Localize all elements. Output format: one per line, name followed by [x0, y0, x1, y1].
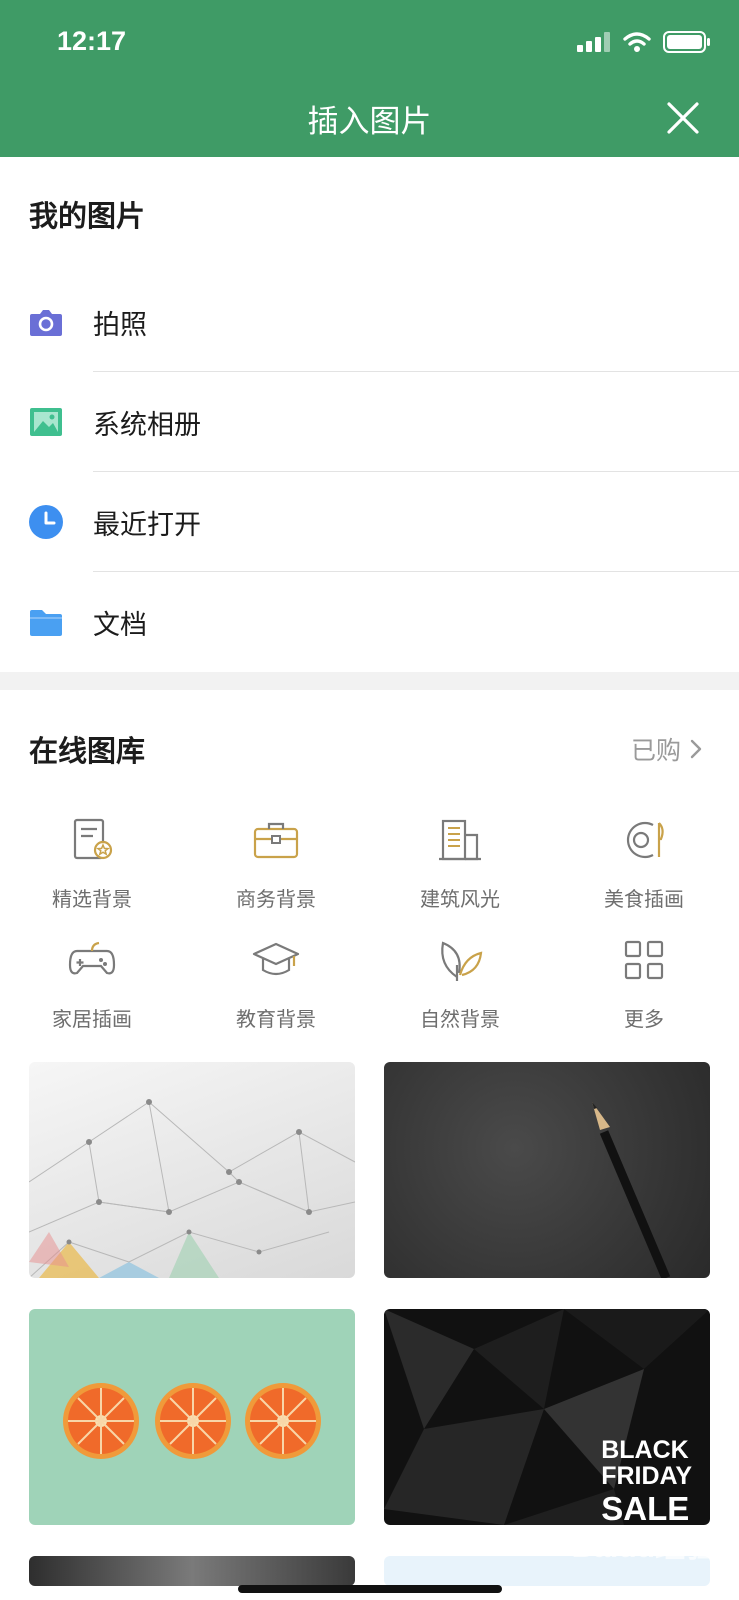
list-item-documents[interactable]: 文档	[0, 572, 739, 672]
category-label: 商务背景	[236, 887, 316, 911]
battery-icon	[663, 31, 710, 53]
thumbnail-text-line: SALE	[601, 1490, 690, 1525]
list-item-camera[interactable]: 拍照	[0, 272, 739, 372]
category-label: 自然背景	[420, 1007, 500, 1031]
black-friday-text: BLACK FRIDAY SALE	[601, 1437, 692, 1525]
list-item-label: 最近打开	[93, 509, 201, 541]
category-label: 家居插画	[52, 1007, 132, 1031]
status-time: 12:17	[57, 26, 127, 56]
list-item-label: 拍照	[93, 309, 147, 341]
status-icons	[577, 30, 711, 54]
category-more[interactable]: 更多	[552, 935, 736, 1032]
briefcase-icon	[253, 822, 299, 859]
purchased-label: 已购	[630, 736, 681, 765]
list-item-gallery[interactable]: 系统相册	[0, 372, 739, 472]
category-label: 教育背景	[236, 1007, 316, 1031]
camera-icon	[30, 310, 62, 336]
featured-doc-icon	[73, 818, 113, 860]
grid-icon	[624, 940, 664, 980]
home-indicator[interactable]	[238, 1585, 502, 1593]
list-item-label: 系统相册	[93, 409, 201, 441]
geometric-pattern-image	[29, 1099, 355, 1278]
chevron-right-icon	[690, 739, 702, 759]
online-gallery-title: 在线图库	[29, 734, 146, 768]
dark-bokeh-thumbnail[interactable]	[29, 1556, 355, 1586]
folder-icon	[30, 610, 62, 636]
pencil-dark-thumbnail[interactable]	[384, 1062, 710, 1278]
thumbnail-text-line: BLACK	[601, 1436, 689, 1464]
thumbnail-text-line: FRIDAY	[601, 1462, 692, 1490]
category-architecture[interactable]: 建筑风光	[368, 815, 552, 912]
category-label: 精选背景	[52, 887, 132, 911]
signal-icon	[577, 32, 610, 52]
category-education[interactable]: 教育背景	[184, 935, 368, 1032]
food-plate-icon	[626, 821, 664, 859]
watermark-logo: Baidu经验	[571, 1531, 715, 1564]
graduation-cap-icon	[252, 942, 300, 976]
geometric-white-thumbnail[interactable]	[29, 1062, 355, 1278]
black-friday-thumbnail[interactable]: BLACK FRIDAY SALE	[384, 1309, 710, 1525]
category-nature[interactable]: 自然背景	[368, 935, 552, 1032]
close-icon[interactable]	[663, 98, 703, 138]
gamepad-icon	[68, 941, 116, 975]
category-business[interactable]: 商务背景	[184, 815, 368, 912]
leaf-icon	[441, 941, 483, 981]
pencil-image	[592, 1102, 671, 1278]
category-home[interactable]: 家居插画	[0, 935, 184, 1032]
category-featured[interactable]: 精选背景	[0, 815, 184, 912]
wifi-icon	[623, 32, 651, 52]
my-pictures-title: 我的图片	[29, 199, 146, 233]
page-title: 插入图片	[307, 104, 432, 140]
clock-icon	[29, 505, 63, 539]
gallery-icon	[30, 408, 62, 436]
category-label: 更多	[624, 1007, 664, 1031]
orange-slices-image	[63, 1383, 321, 1459]
my-pictures-list: 拍照 系统相册 最近打开 文档	[0, 272, 739, 672]
category-label: 美食插画	[604, 887, 684, 911]
list-item-recent[interactable]: 最近打开	[0, 472, 739, 572]
category-label: 建筑风光	[420, 887, 500, 911]
section-separator	[0, 672, 739, 690]
list-item-label: 文档	[93, 609, 147, 641]
orange-slices-thumbnail[interactable]	[29, 1309, 355, 1525]
building-icon	[439, 819, 481, 861]
top-bar: 12:17 插入图片	[0, 0, 739, 157]
purchased-link[interactable]: 已购	[631, 731, 703, 767]
category-food[interactable]: 美食插画	[552, 815, 736, 912]
